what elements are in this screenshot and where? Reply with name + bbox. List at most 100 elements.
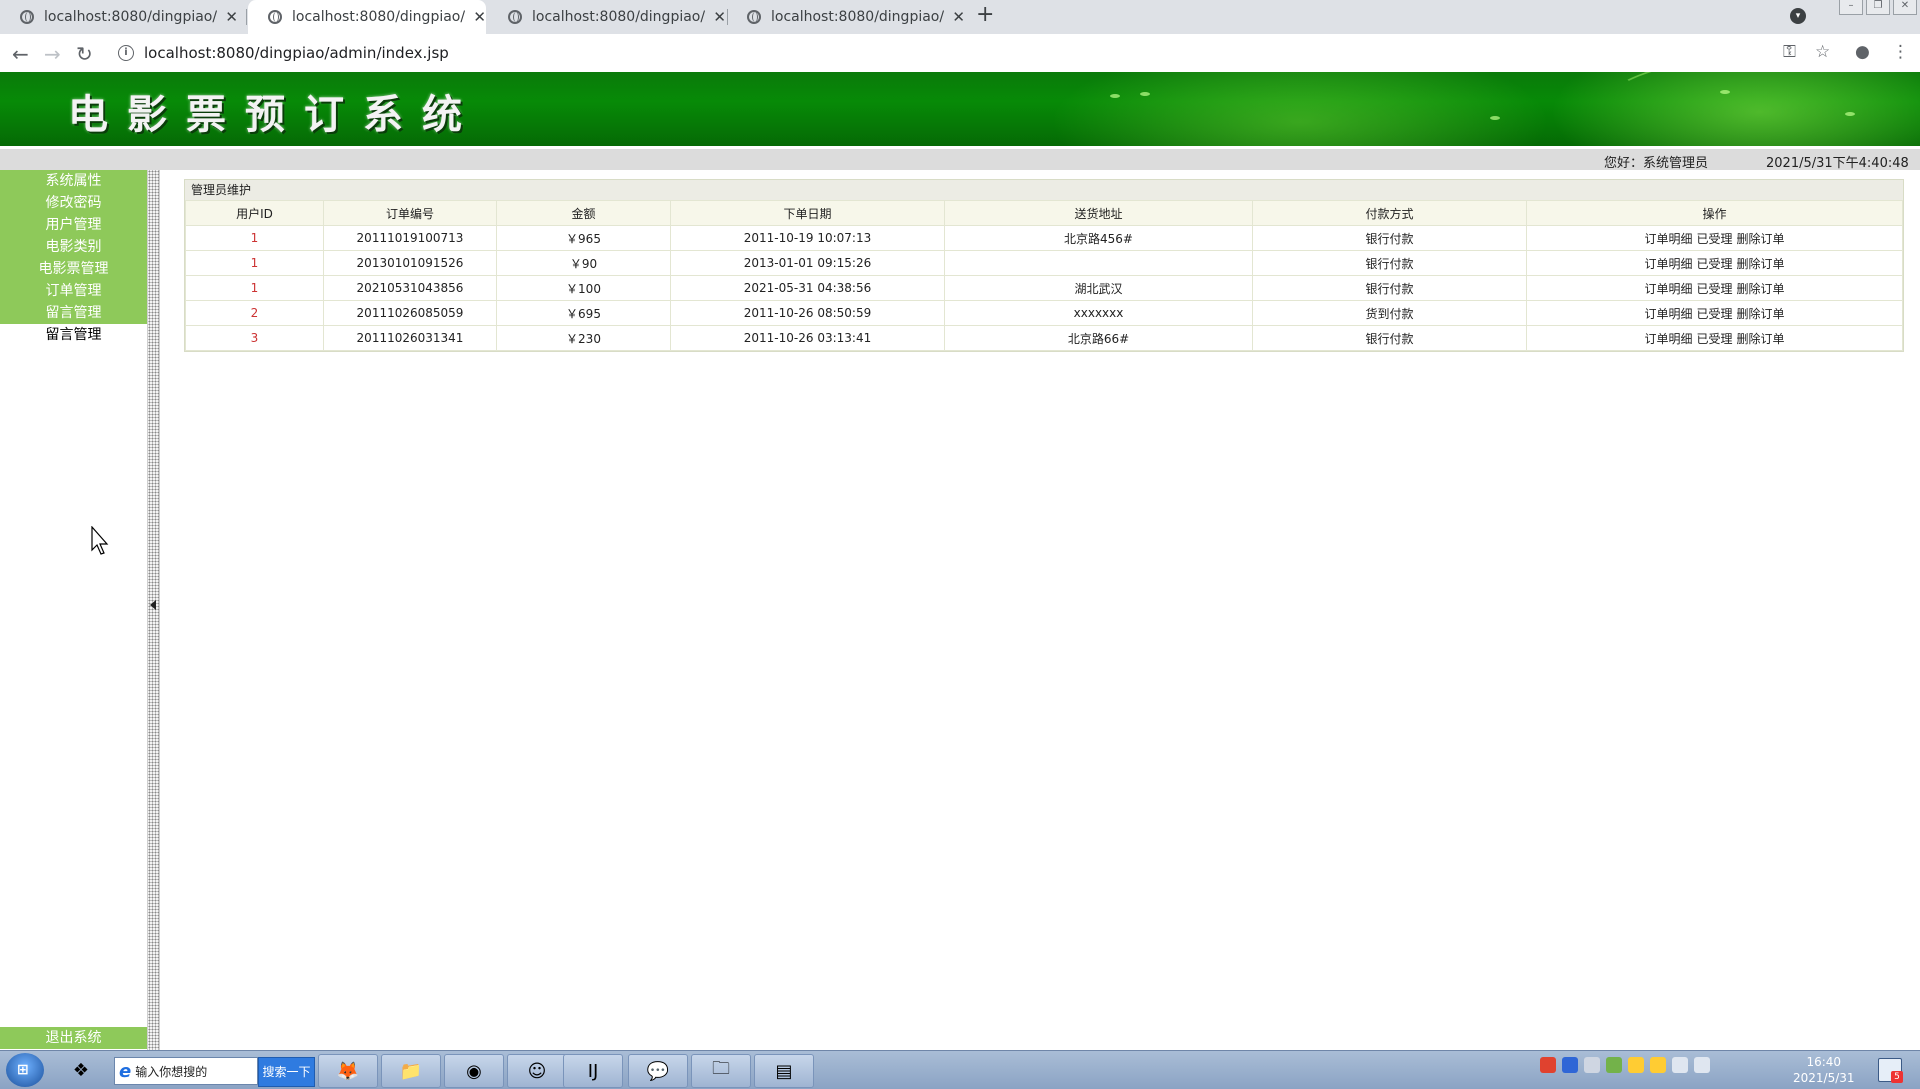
- key-icon[interactable]: ⚿: [1783, 42, 1796, 62]
- volume-icon[interactable]: [1672, 1057, 1688, 1073]
- star-icon[interactable]: ☆: [1815, 42, 1830, 62]
- accepted-link[interactable]: 已受理: [1696, 307, 1732, 321]
- globe-icon: [508, 10, 522, 24]
- folder-icon[interactable]: 📁: [381, 1054, 441, 1088]
- address-cell: 湖北武汉: [944, 275, 1253, 301]
- taskbar-clock[interactable]: 16:40 2021/5/31: [1793, 1054, 1855, 1086]
- order-date-cell: 2011-10-26 03:13:41: [670, 325, 945, 351]
- tab-title: localhost:8080/dingpiao/liuyan: [771, 9, 945, 25]
- sidebar-item-change-password[interactable]: 修改密码: [0, 192, 147, 214]
- profile-icon[interactable]: ●: [1855, 42, 1870, 62]
- browser-tab[interactable]: localhost:8080/dingpiao/liuyan ✕: [727, 0, 965, 34]
- browser-tab-strip: localhost:8080/dingpiao/index ✕ localhos…: [0, 0, 1920, 34]
- sidebar-item-order-management[interactable]: 订单管理: [0, 280, 147, 302]
- column-header: 金额: [496, 200, 671, 226]
- app-icon-shell[interactable]: ❖: [52, 1054, 110, 1086]
- display-icon[interactable]: [1694, 1057, 1710, 1073]
- minimize-button[interactable]: –: [1839, 0, 1863, 15]
- user-id-cell: 2: [185, 300, 324, 326]
- system-tray: [1540, 1057, 1710, 1073]
- taskbar-search-input[interactable]: e 输入你想搜的: [114, 1057, 258, 1085]
- frame-splitter[interactable]: [147, 170, 160, 1050]
- notification-icon[interactable]: [1878, 1058, 1903, 1083]
- start-button[interactable]: ⊞: [6, 1053, 44, 1087]
- close-icon[interactable]: ✕: [713, 8, 726, 26]
- sidebar-item-system-properties[interactable]: 系统属性: [0, 170, 147, 192]
- payment-cell: 银行付款: [1252, 325, 1527, 351]
- globe-icon: [268, 10, 282, 24]
- collapse-arrow-icon[interactable]: [150, 600, 156, 610]
- forward-icon[interactable]: →: [44, 42, 61, 66]
- close-window-button[interactable]: ✕: [1893, 0, 1917, 15]
- battery-icon[interactable]: [1606, 1057, 1622, 1073]
- address-cell: [944, 250, 1253, 276]
- browser-tab-active[interactable]: localhost:8080/dingpiao/admin ✕: [248, 0, 486, 34]
- sidebar-item-message-management[interactable]: 留言管理: [0, 302, 147, 324]
- payment-cell: 银行付款: [1252, 225, 1527, 251]
- delete-order-link[interactable]: 删除订单: [1737, 257, 1785, 271]
- terminal-icon[interactable]: ▤: [754, 1054, 814, 1088]
- os-taskbar: ⊞ ❖ e 输入你想搜的 搜索一下 🦊 📁 ◉ ☺ IJ 💬 🗀 ▤ 16:40…: [0, 1050, 1920, 1089]
- table-row: 1 20130101091526 ￥90 2013-01-01 09:15:26…: [185, 250, 1903, 276]
- close-icon[interactable]: ✕: [952, 8, 965, 26]
- menu-icon[interactable]: ⋮: [1892, 42, 1909, 62]
- delete-order-link[interactable]: 删除订单: [1737, 307, 1785, 321]
- tab-search-icon[interactable]: ▾: [1790, 8, 1806, 24]
- browser-tab[interactable]: localhost:8080/dingpiao/index ✕: [0, 0, 238, 34]
- network-icon[interactable]: [1584, 1057, 1600, 1073]
- address-cell: 北京路66#: [944, 325, 1253, 351]
- column-header: 用户ID: [185, 200, 324, 226]
- windows-logo-icon: ⊞: [17, 1062, 29, 1078]
- taskbar-date: 2021/5/31: [1793, 1071, 1855, 1085]
- order-detail-link[interactable]: 订单明细: [1644, 257, 1692, 271]
- qq-tray-icon[interactable]: [1628, 1057, 1644, 1073]
- back-icon[interactable]: ←: [12, 42, 29, 66]
- accepted-link[interactable]: 已受理: [1696, 232, 1732, 246]
- browser-tab[interactable]: localhost:8080/dingpiao/index ✕: [488, 0, 726, 34]
- table-row: 1 20210531043856 ￥100 2021-05-31 04:38:5…: [185, 275, 1903, 301]
- qq-icon[interactable]: ☺: [507, 1054, 567, 1088]
- search-button[interactable]: 搜索一下: [258, 1057, 315, 1087]
- accepted-link[interactable]: 已受理: [1696, 257, 1732, 271]
- order-number-cell: 20130101091526: [323, 250, 497, 276]
- accepted-link[interactable]: 已受理: [1696, 282, 1732, 296]
- order-detail-link[interactable]: 订单明细: [1644, 282, 1692, 296]
- order-detail-link[interactable]: 订单明细: [1644, 232, 1692, 246]
- user-id-cell: 1: [185, 275, 324, 301]
- window-controls: – ❐ ✕: [1839, 0, 1920, 18]
- logout-button[interactable]: 退出系统: [0, 1027, 147, 1049]
- wechat-icon[interactable]: 💬: [628, 1054, 688, 1088]
- close-icon[interactable]: ✕: [473, 8, 486, 26]
- info-icon[interactable]: i: [118, 45, 134, 61]
- order-detail-link[interactable]: 订单明细: [1644, 332, 1692, 346]
- tab-divider: [246, 9, 247, 25]
- delete-order-link[interactable]: 删除订单: [1737, 332, 1785, 346]
- delete-order-link[interactable]: 删除订单: [1737, 282, 1785, 296]
- close-icon[interactable]: ✕: [225, 8, 238, 26]
- actions-cell: 订单明细 已受理 删除订单: [1526, 300, 1903, 326]
- actions-cell: 订单明细 已受理 删除订单: [1526, 275, 1903, 301]
- sidebar-item-user-management[interactable]: 用户管理: [0, 214, 147, 236]
- firefox-icon[interactable]: 🦊: [318, 1054, 378, 1088]
- site-banner: 电影票预订系统: [0, 72, 1920, 146]
- new-tab-button[interactable]: +: [976, 2, 994, 27]
- chrome-icon[interactable]: ◉: [444, 1054, 504, 1088]
- sogou-icon[interactable]: [1540, 1057, 1556, 1073]
- restore-button[interactable]: ❐: [1866, 0, 1890, 15]
- banner-sparkle: [1845, 112, 1855, 116]
- sidebar-item-message-management-hover[interactable]: 留言管理: [0, 324, 147, 346]
- banner-glow: [1050, 72, 1550, 146]
- url-text[interactable]: localhost:8080/dingpiao/admin/index.jsp: [144, 44, 449, 62]
- folder-icon[interactable]: 🗀: [691, 1054, 751, 1088]
- accepted-link[interactable]: 已受理: [1696, 332, 1732, 346]
- intellij-icon[interactable]: IJ: [563, 1054, 623, 1088]
- order-detail-link[interactable]: 订单明细: [1644, 307, 1692, 321]
- sidebar-item-movie-category[interactable]: 电影类别: [0, 236, 147, 258]
- delete-order-link[interactable]: 删除订单: [1737, 232, 1785, 246]
- address-bar[interactable]: i localhost:8080/dingpiao/admin/index.js…: [108, 39, 1768, 67]
- column-header: 付款方式: [1252, 200, 1527, 226]
- help-icon[interactable]: [1562, 1057, 1578, 1073]
- sidebar-item-ticket-management[interactable]: 电影票管理: [0, 258, 147, 280]
- qq-tray-icon[interactable]: [1650, 1057, 1666, 1073]
- reload-icon[interactable]: ↻: [76, 42, 93, 66]
